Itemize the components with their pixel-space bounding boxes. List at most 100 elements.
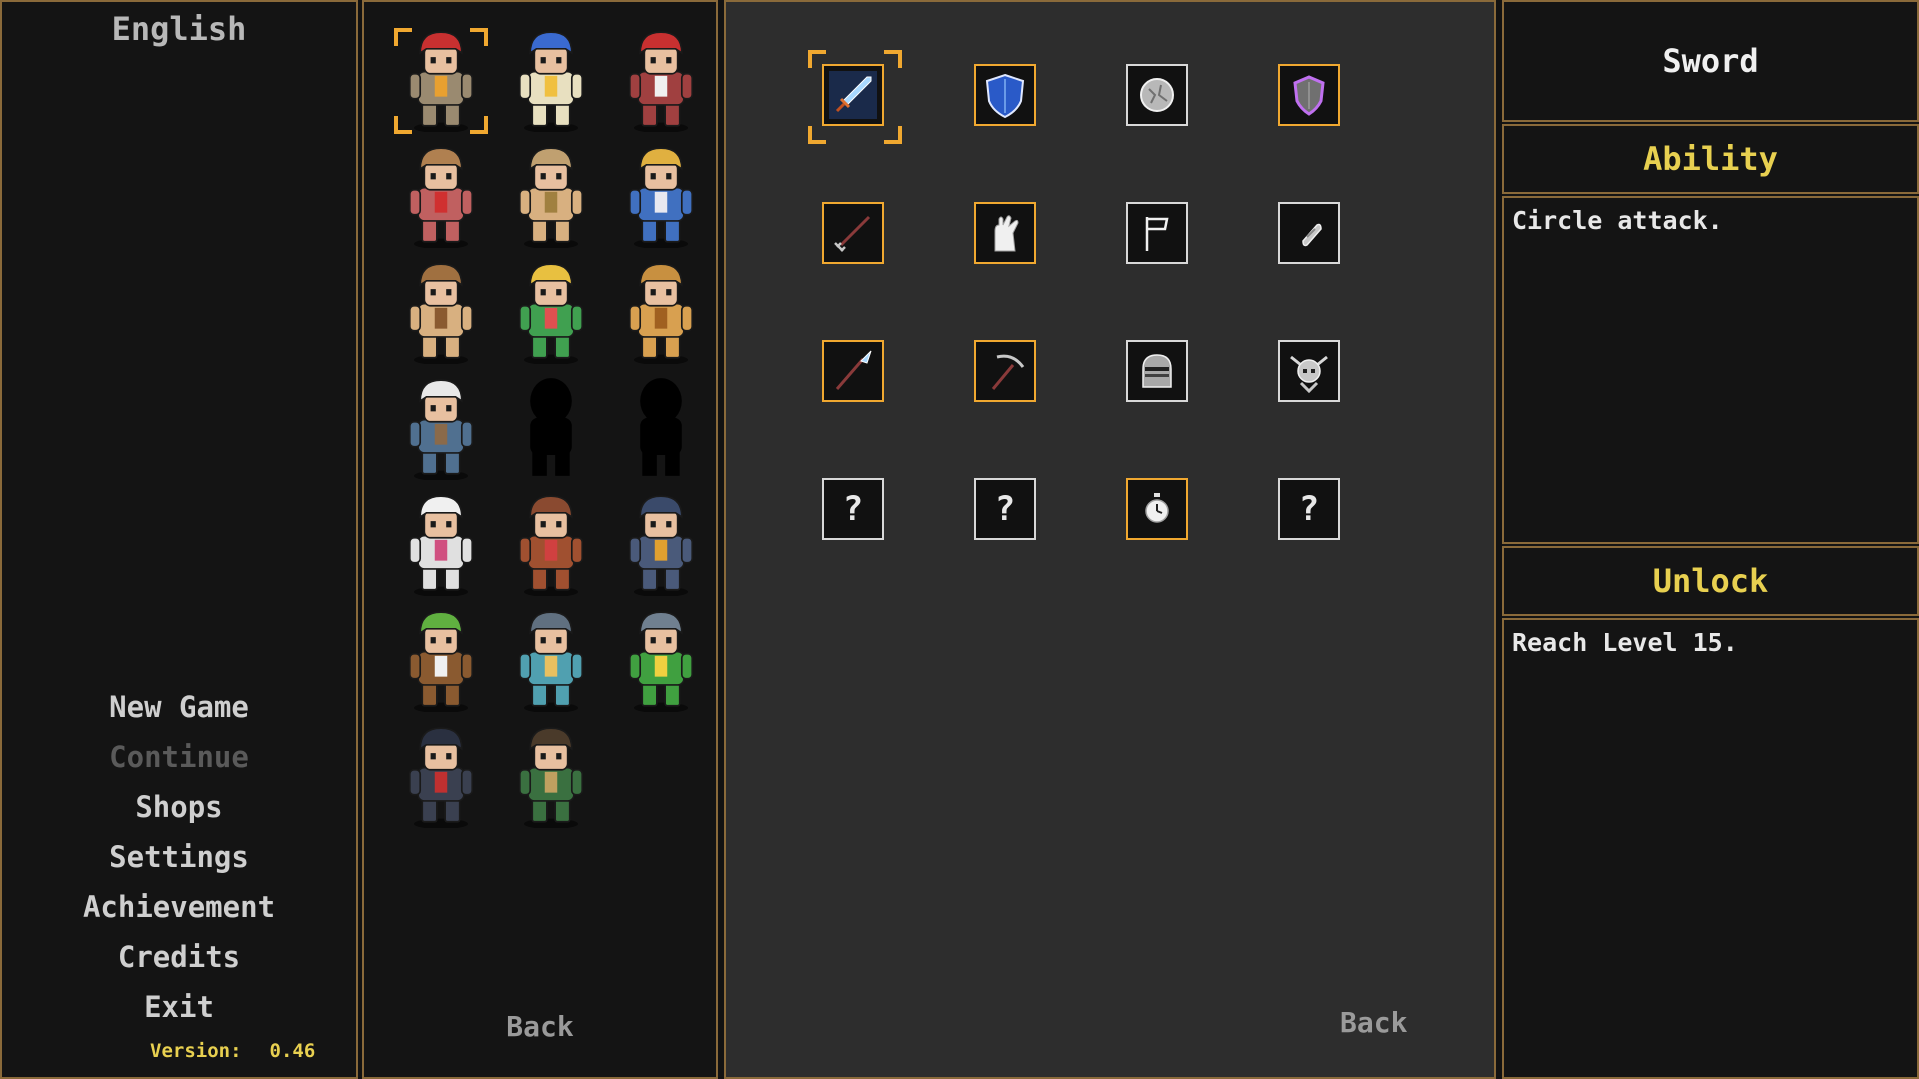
- item-slot: [1126, 202, 1278, 340]
- character-white-hat-doctor[interactable]: [386, 486, 496, 602]
- shops-button[interactable]: Shops: [2, 782, 356, 832]
- character-sprite: [628, 147, 694, 248]
- character-horned-barbarian[interactable]: [496, 138, 606, 254]
- item-slot: [1278, 340, 1430, 478]
- character-golden-beast[interactable]: [606, 254, 716, 370]
- item-grid: ?? ?: [808, 50, 1430, 616]
- character-sprite: [518, 147, 584, 248]
- unlock-description-box: Reach Level 15.: [1502, 618, 1919, 1079]
- character-sprite: [518, 727, 584, 828]
- spear-item-button[interactable]: [822, 340, 884, 402]
- blue-shield-item-button[interactable]: [974, 64, 1036, 126]
- main-menu: New Game Continue Shops Settings Achieve…: [2, 682, 356, 1032]
- helmet-icon: [1142, 354, 1172, 388]
- question-item-button[interactable]: ?: [974, 478, 1036, 540]
- unlock-heading: Unlock: [1652, 562, 1769, 600]
- character-locked-silhouette[interactable]: [496, 370, 606, 486]
- item-name-box: Sword: [1502, 0, 1919, 122]
- character-blue-armored-knight[interactable]: [606, 138, 716, 254]
- character-sprite: [408, 263, 474, 364]
- continue-button[interactable]: Continue: [2, 732, 356, 782]
- character-sprite: [408, 147, 474, 248]
- question-item-button[interactable]: ?: [1278, 478, 1340, 540]
- character-sprite: [408, 611, 474, 712]
- ability-header: Ability: [1502, 124, 1919, 194]
- character-red-hat-bard[interactable]: [606, 22, 716, 138]
- character-blue-hood-mage[interactable]: [496, 22, 606, 138]
- character-locked-silhouette[interactable]: [606, 370, 716, 486]
- item-slot: [822, 340, 974, 478]
- gauntlet-icon: [994, 215, 1019, 252]
- purple-shield-item-button[interactable]: [1278, 64, 1340, 126]
- question-icon: ?: [1298, 489, 1320, 529]
- version-info: Version: 0.46: [150, 1040, 315, 1062]
- character-dark-ninja[interactable]: [386, 718, 496, 834]
- pickaxe-icon: [991, 354, 1025, 390]
- version-label: Version:: [150, 1040, 242, 1062]
- pickaxe-item-button[interactable]: [974, 340, 1036, 402]
- credits-button[interactable]: Credits: [2, 932, 356, 982]
- locked-character-silhouette: [640, 378, 682, 476]
- stone-item-button[interactable]: [1126, 64, 1188, 126]
- item-collection-panel: ?? ? Back: [724, 0, 1496, 1079]
- character-white-hair-monk[interactable]: [386, 370, 496, 486]
- character-braided-warrior[interactable]: [496, 718, 606, 834]
- horned-skull-item-button[interactable]: [1278, 340, 1340, 402]
- character-green-hat-archer[interactable]: [386, 602, 496, 718]
- item-slot: ?: [822, 478, 974, 616]
- character-sprite: [628, 31, 694, 132]
- item-slot: [974, 64, 1126, 202]
- locked-character-silhouette: [530, 378, 572, 476]
- main-menu-panel: English New Game Continue Shops Settings…: [0, 0, 358, 1079]
- question-icon: ?: [842, 489, 864, 529]
- blue-shield-icon: [985, 73, 1025, 119]
- item-slot: [822, 202, 974, 340]
- character-sprite: [628, 495, 694, 596]
- character-brown-golem[interactable]: [496, 486, 606, 602]
- sword-icon: [829, 71, 877, 119]
- roster-back-button[interactable]: Back: [364, 1010, 716, 1043]
- character-turban-sage[interactable]: [496, 602, 606, 718]
- gauntlet-item-button[interactable]: [974, 202, 1036, 264]
- language-selector[interactable]: English: [2, 10, 356, 48]
- items-back-button[interactable]: Back: [1340, 1006, 1407, 1039]
- character-green-spiky-hero[interactable]: [606, 602, 716, 718]
- horned-skull-icon: [1290, 355, 1328, 394]
- flag-icon: [1145, 217, 1169, 251]
- flag-item-button[interactable]: [1126, 202, 1188, 264]
- purple-shield-icon: [1293, 75, 1325, 116]
- character-sprite: [518, 495, 584, 596]
- character-spiky-fighter[interactable]: [386, 254, 496, 370]
- character-blonde-ranger[interactable]: [496, 254, 606, 370]
- character-sprite: [408, 31, 474, 132]
- achievement-button[interactable]: Achievement: [2, 882, 356, 932]
- stone-icon: [1140, 78, 1174, 112]
- question-item-button[interactable]: ?: [822, 478, 884, 540]
- character-dark-armor-knight[interactable]: [606, 486, 716, 602]
- exit-button[interactable]: Exit: [2, 982, 356, 1032]
- stopwatch-item-button[interactable]: [1126, 478, 1188, 540]
- character-sprite: [518, 31, 584, 132]
- helmet-item-button[interactable]: [1126, 340, 1188, 402]
- trident-item-button[interactable]: [822, 202, 884, 264]
- character-red-hair-warrior[interactable]: [386, 22, 496, 138]
- spear-icon: [835, 350, 872, 390]
- character-sprite: [408, 727, 474, 828]
- item-slot: [974, 340, 1126, 478]
- character-sprite: [408, 495, 474, 596]
- settings-button[interactable]: Settings: [2, 832, 356, 882]
- gem-icon: [1302, 223, 1322, 247]
- item-slot: [1278, 64, 1430, 202]
- trident-icon: [834, 215, 871, 252]
- character-masked-bandit[interactable]: [386, 138, 496, 254]
- unlock-header: Unlock: [1502, 546, 1919, 616]
- new-game-button[interactable]: New Game: [2, 682, 356, 732]
- ability-description: Circle attack.: [1512, 206, 1723, 235]
- character-sprite: [628, 611, 694, 712]
- item-slot: [1126, 340, 1278, 478]
- character-sprite: [628, 263, 694, 364]
- sword-item-button[interactable]: [822, 64, 884, 126]
- item-slot: [974, 202, 1126, 340]
- gem-item-button[interactable]: [1278, 202, 1340, 264]
- ability-heading: Ability: [1643, 140, 1778, 178]
